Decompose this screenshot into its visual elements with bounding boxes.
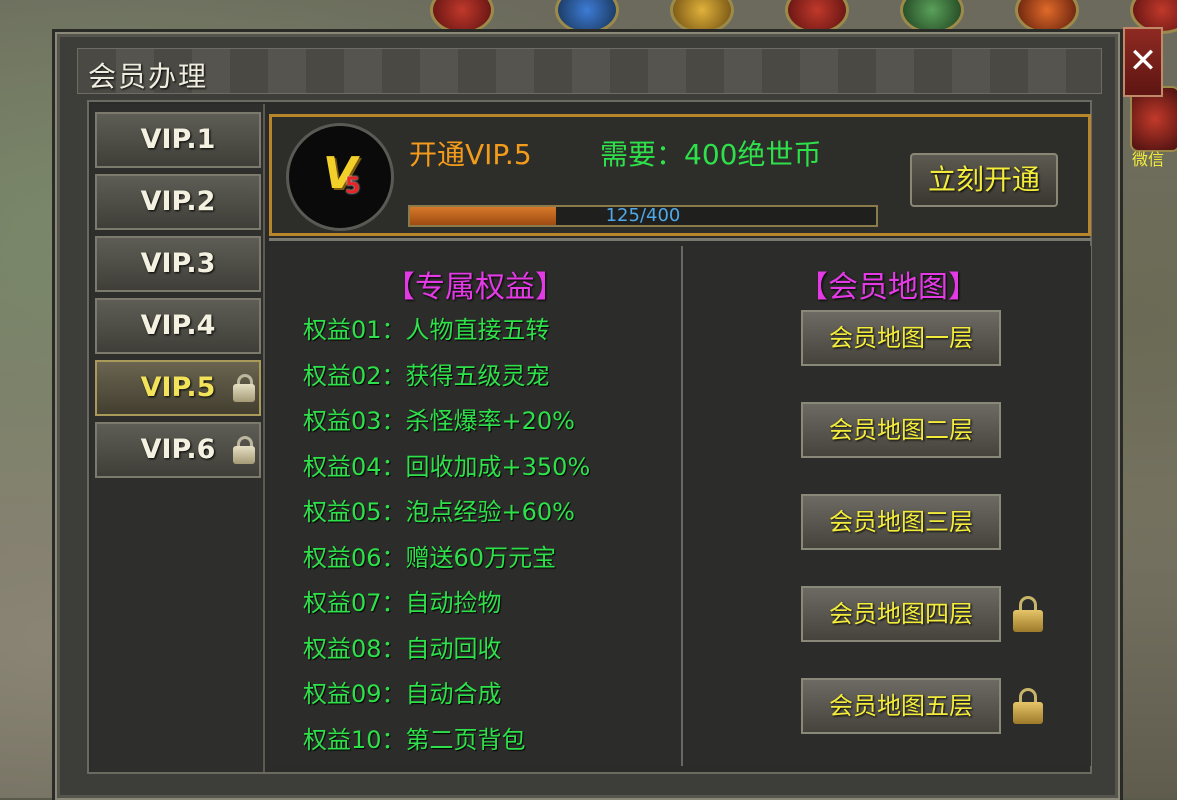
benefit-item: 权益01：人物直接五转 — [303, 316, 550, 344]
benefit-item: 权益09：自动合成 — [303, 680, 502, 708]
open-vip-label: 开通VIP.5 — [409, 138, 532, 171]
window-title: 会员办理 — [88, 60, 209, 93]
benefit-item: 权益08：自动回收 — [303, 634, 502, 663]
vip-tab-label: VIP.6 — [140, 434, 216, 465]
vip-tab-1[interactable]: VIP.1 — [95, 112, 261, 168]
header-divider — [269, 238, 1091, 241]
benefit-item: 权益10：第二页背包 — [303, 725, 526, 754]
benefit-item: 权益06：赠送60万元宝 — [303, 543, 557, 572]
close-button[interactable]: ✕ — [1123, 27, 1163, 97]
vip-level-badge-icon: V 5 — [286, 123, 394, 231]
benefit-item: 权益05：泡点经验+60% — [303, 498, 575, 526]
vip-tab-label: VIP.5 — [140, 372, 216, 403]
map-floor-1-button[interactable]: 会员地图一层 — [801, 310, 1001, 366]
vip-header: V 5 开通VIP.5 需要：400绝世币 立刻开通 125/400 — [269, 114, 1091, 236]
map-floor-3-button[interactable]: 会员地图三层 — [801, 494, 1001, 550]
vip-progress-bar: 125/400 — [408, 205, 878, 227]
inner-panel: VIP.1 VIP.2 VIP.3 VIP.4 VIP.5 VIP.6 V 5 开通VIP… — [87, 100, 1092, 774]
vip-tab-sidebar: VIP.1 VIP.2 VIP.3 VIP.4 VIP.5 VIP.6 — [91, 104, 265, 772]
vip-tab-label: VIP.4 — [140, 310, 216, 341]
map-floor-4-button[interactable]: 会员地图四层 — [801, 586, 1001, 642]
vip-tab-label: VIP.1 — [140, 124, 216, 155]
title-bar: 会员办理 — [77, 48, 1102, 94]
vip-tab-2[interactable]: VIP.2 — [95, 174, 261, 230]
maps-title: 【会员地图】 — [798, 270, 978, 305]
vip-tab-6[interactable]: VIP.6 — [95, 422, 261, 478]
map-floor-2-button[interactable]: 会员地图二层 — [801, 402, 1001, 458]
lock-icon — [233, 374, 255, 406]
vip-tab-3[interactable]: VIP.3 — [95, 236, 261, 292]
benefit-item: 权益03：杀怪爆率+20% — [303, 407, 575, 435]
vip-tab-label: VIP.2 — [140, 186, 216, 217]
benefit-item: 权益04：回收加成+350% — [303, 452, 591, 481]
vip-tab-label: VIP.3 — [140, 248, 216, 279]
map-floor-5-button[interactable]: 会员地图五层 — [801, 678, 1001, 734]
benefits-title: 【专属权益】 — [385, 270, 565, 305]
lock-icon — [1013, 688, 1043, 724]
cost-label: 需要：400绝世币 — [600, 138, 822, 171]
vip-badge-level: 5 — [345, 174, 361, 199]
hud-side-label: 微信 — [1132, 150, 1165, 169]
vip-tab-5[interactable]: VIP.5 — [95, 360, 261, 416]
open-now-button[interactable]: 立刻开通 — [910, 153, 1058, 207]
benefit-item: 权益02：获得五级灵宠 — [303, 361, 550, 390]
maps-panel: 【会员地图】 会员地图一层 会员地图二层 会员地图三层 会员地图四层 会员地图五层 — [685, 246, 1091, 766]
lock-icon — [1013, 596, 1043, 632]
vip-tab-4[interactable]: VIP.4 — [95, 298, 261, 354]
vip-window: 会员办理 VIP.1 VIP.2 VIP.3 VIP.4 VIP.5 VIP.6 V 5 … — [55, 32, 1120, 800]
benefits-panel: 【专属权益】 权益01：人物直接五转 权益02：获得五级灵宠 权益03：杀怪爆率+2… — [269, 246, 683, 766]
progress-text: 125/400 — [605, 205, 681, 226]
lock-icon — [233, 436, 255, 468]
benefit-item: 权益07：自动捡物 — [303, 589, 502, 617]
